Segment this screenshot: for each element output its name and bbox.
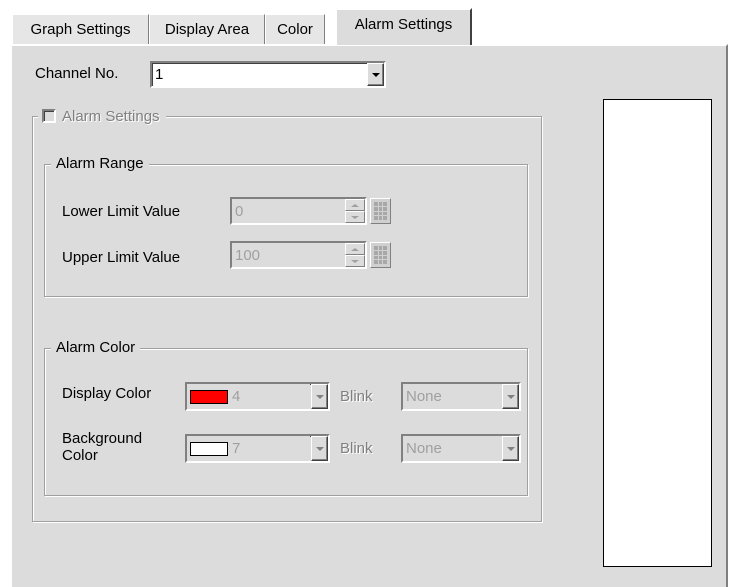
background-color-label: Background Color [62,430,142,464]
display-color-swatch [190,389,228,404]
upper-limit-keypad-button[interactable] [370,242,391,268]
background-blink-dropdown-button[interactable] [502,436,519,461]
background-label-line-2: Color [62,447,98,464]
background-color-swatch [190,441,228,456]
chevron-down-icon [315,446,324,451]
channel-select[interactable]: 1 [150,61,386,88]
display-color-number: 4 [232,388,241,405]
upper-limit-label: Upper Limit Value [62,249,181,266]
tab-color[interactable]: Color [265,14,325,44]
display-blink-value: None [403,384,504,409]
background-color-dropdown-button[interactable] [311,436,328,461]
arrow-up-icon [351,203,359,207]
lower-limit-keypad-button[interactable] [370,198,391,224]
arrow-up-icon [351,247,359,251]
lower-limit-label: Lower Limit Value [62,203,181,220]
lower-limit-spinner[interactable] [345,199,365,223]
blink-label: Blink [340,440,373,457]
background-blink-value: None [403,436,504,461]
channel-dropdown-button[interactable] [367,63,384,86]
display-color-value: 4 [187,384,310,409]
alarm-color-title: Alarm Color [51,339,141,356]
background-blink-select[interactable]: None [401,434,521,463]
alarm-settings-label: Alarm Settings [62,107,160,125]
tab-label: Display Area [164,21,250,38]
tab-graph-settings[interactable]: Graph Settings [12,14,149,44]
upper-limit-field[interactable]: 100 [230,241,367,269]
upper-limit-spinner[interactable] [345,243,365,267]
alarm-preview-area [603,99,712,567]
chevron-down-icon [315,394,324,399]
upper-limit-input[interactable]: 100 [232,243,345,267]
lower-limit-input[interactable]: 0 [232,199,345,223]
background-color-number: 7 [232,440,241,457]
alarm-range-title: Alarm Range [51,155,149,172]
display-blink-dropdown-button[interactable] [502,384,519,409]
tab-display-area[interactable]: Display Area [149,14,265,44]
chevron-down-icon [506,394,515,399]
chevron-down-icon [506,446,515,451]
display-color-select[interactable]: 4 [185,382,330,411]
chevron-down-icon [371,72,380,77]
channel-label: Channel No. [35,65,119,82]
alarm-settings-toggle[interactable]: Alarm Settings [38,106,166,126]
display-color-dropdown-button[interactable] [311,384,328,409]
tab-alarm-settings[interactable]: Alarm Settings [335,8,472,45]
display-color-label: Display Color [62,385,152,402]
alarm-color-group [44,348,528,496]
tab-label: Graph Settings [30,21,131,38]
display-blink-select[interactable]: None [401,382,521,411]
channel-value: 1 [155,66,164,83]
background-color-value: 7 [187,436,310,461]
background-color-select[interactable]: 7 [185,434,330,463]
alarm-settings-checkbox[interactable] [42,109,56,123]
background-label-line-1: Background [62,430,143,447]
tab-label: Alarm Settings [354,16,453,33]
alarm-range-group [44,164,528,297]
blink-label: Blink [340,388,373,405]
arrow-down-icon [351,259,359,263]
tab-label: Color [277,21,313,38]
lower-limit-field[interactable]: 0 [230,197,367,225]
arrow-down-icon [351,215,359,219]
